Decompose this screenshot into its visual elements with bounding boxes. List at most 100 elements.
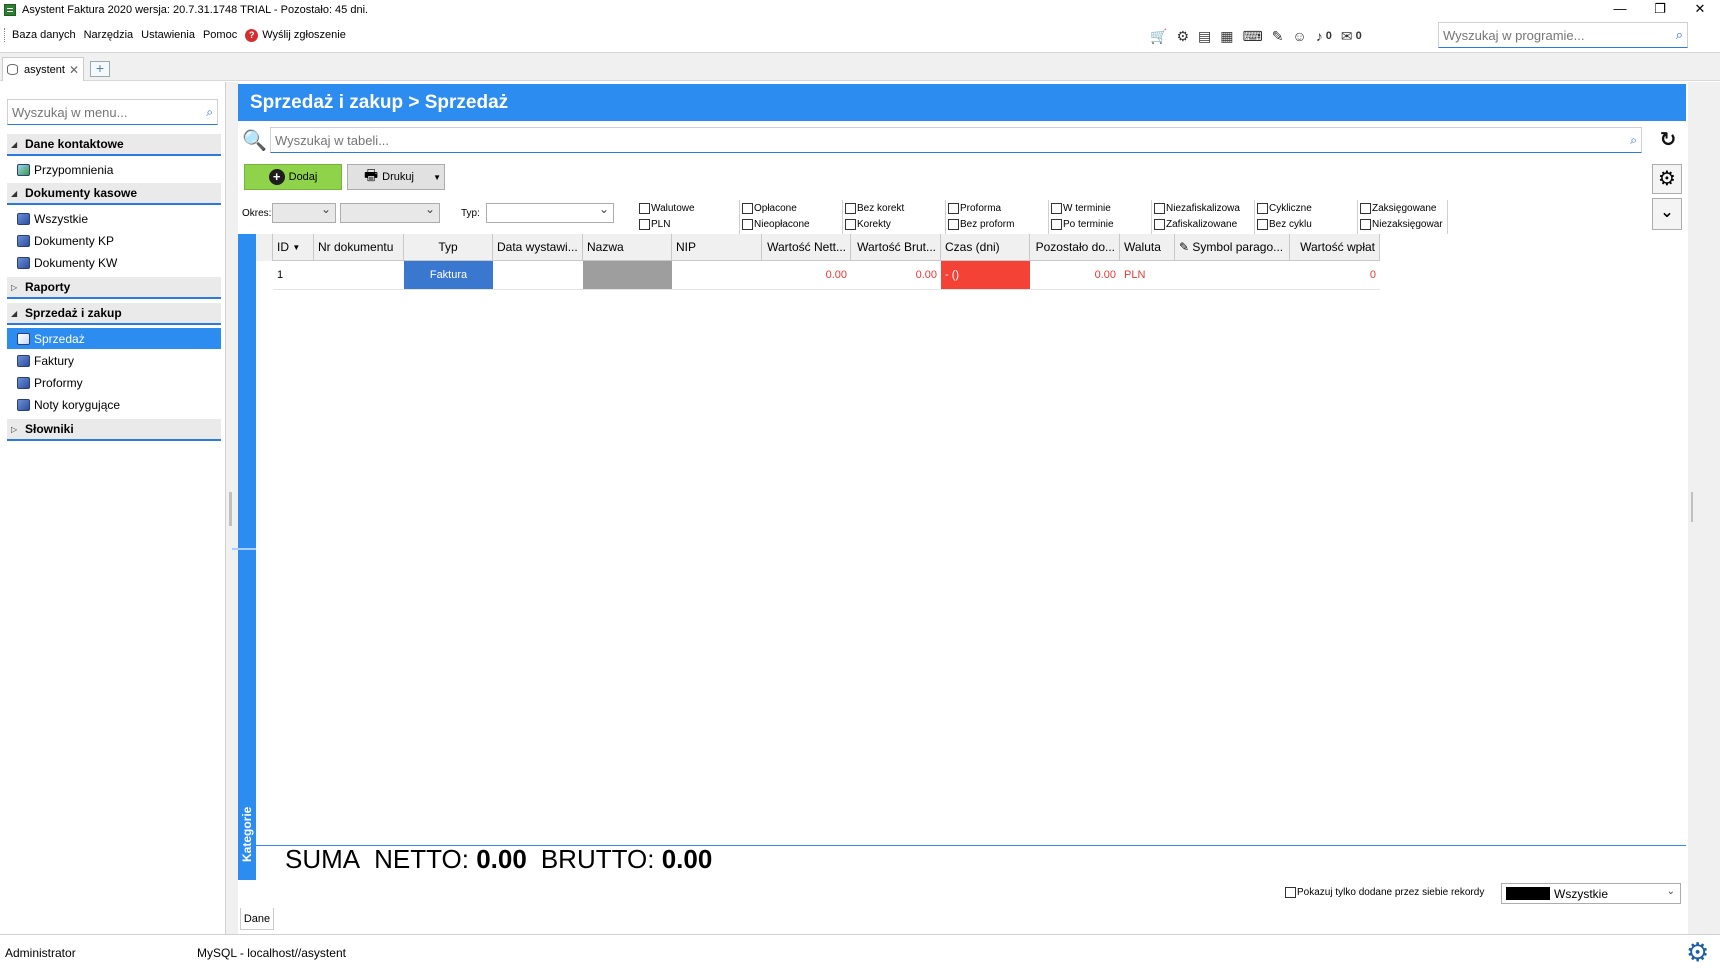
- checkbox-niezafiskalizowane[interactable]: Niezafiskalizowa: [1154, 200, 1254, 216]
- checkbox-box[interactable]: [639, 202, 650, 214]
- checkbox-box[interactable]: [1154, 218, 1165, 230]
- close-window-button[interactable]: ✕: [1680, 0, 1720, 20]
- search-icon[interactable]: ⌕: [1630, 133, 1637, 148]
- refresh-icon[interactable]: ↻: [1656, 129, 1680, 153]
- table-search-input[interactable]: [275, 132, 1631, 148]
- minimize-button[interactable]: —: [1600, 0, 1640, 20]
- table-settings-gear-icon[interactable]: ⚙: [1652, 164, 1682, 194]
- sidebar-item-sprzedaz[interactable]: Sprzedaż: [7, 328, 221, 349]
- sidebar-splitter[interactable]: [226, 82, 238, 934]
- checkbox-w-terminie[interactable]: W terminie: [1051, 200, 1151, 216]
- checkbox-zaksiegowane[interactable]: Zaksięgowane: [1360, 200, 1447, 216]
- search-icon[interactable]: ⌕: [206, 105, 213, 120]
- sidebar-item-proformy[interactable]: Proformy: [7, 372, 221, 393]
- expand-filters-chevron-icon[interactable]: ⌄: [1652, 198, 1682, 230]
- okres-combo-1[interactable]: [272, 202, 336, 223]
- column-header-nazwa[interactable]: Nazwa: [583, 234, 672, 261]
- tab-asystent[interactable]: asystent ✕: [2, 57, 84, 81]
- sidebar-item-dokumenty-kw[interactable]: Dokumenty KW: [7, 252, 221, 273]
- checkbox-box[interactable]: [1285, 887, 1296, 898]
- column-header-symbol-paragonu[interactable]: ✎ Symbol parago...: [1175, 234, 1290, 261]
- dropdown-arrow-icon[interactable]: ▼: [433, 173, 441, 182]
- checkbox-niezaksiegowane[interactable]: Niezaksięgowar: [1360, 216, 1447, 232]
- checkbox-bez-cyklu[interactable]: Bez cyklu: [1257, 216, 1357, 232]
- column-header-data-wystawienia[interactable]: Data wystawi...: [493, 234, 583, 261]
- edit-note-icon[interactable]: ✎: [1272, 28, 1284, 45]
- mail-icon[interactable]: ✉ 0: [1341, 28, 1362, 45]
- checkbox-box[interactable]: [1257, 202, 1268, 214]
- checkbox-cykliczne[interactable]: Cykliczne: [1257, 200, 1357, 216]
- checkbox-box[interactable]: [742, 202, 753, 214]
- checkbox-walutowe[interactable]: Walutowe: [639, 200, 739, 216]
- menu-wyslij-zgloszenie[interactable]: ? Wyślij zgłoszenie: [245, 28, 346, 42]
- sidebar-group-sprzedaz-i-zakup[interactable]: ◢ Sprzedaż i zakup: [7, 303, 221, 325]
- checkbox-oplacone[interactable]: Opłacone: [742, 200, 842, 216]
- sidebar-group-slowniki[interactable]: ▷ Słowniki: [7, 419, 221, 441]
- menu-search-input[interactable]: [12, 104, 207, 120]
- checkbox-bez-korekt[interactable]: Bez korekt: [845, 200, 945, 216]
- column-header-nr-dokumentu[interactable]: Nr dokumentu: [314, 234, 404, 261]
- checkbox-box[interactable]: [1154, 202, 1165, 214]
- checkbox-box[interactable]: [948, 202, 959, 214]
- document-icon[interactable]: ▤: [1198, 28, 1211, 45]
- checkbox-box[interactable]: [1051, 218, 1062, 230]
- keyboard-icon[interactable]: ⌨: [1242, 28, 1262, 45]
- add-button[interactable]: + Dodaj: [244, 164, 342, 190]
- chevron-down-icon[interactable]: ⌄: [1667, 886, 1675, 897]
- checkbox-box[interactable]: [639, 218, 650, 230]
- checkbox-box[interactable]: [1360, 202, 1371, 214]
- user-filter-select[interactable]: Wszystkie ⌄: [1501, 883, 1681, 904]
- sidebar-item-faktury[interactable]: Faktury: [7, 350, 221, 371]
- checkbox-zafiskalizowane[interactable]: Zafiskalizowane: [1154, 216, 1254, 232]
- okres-combo-2[interactable]: [340, 202, 440, 223]
- gear-icon[interactable]: ⚙: [1176, 28, 1189, 45]
- cart-icon[interactable]: 🛒: [1150, 28, 1167, 45]
- checkbox-box[interactable]: [1051, 202, 1062, 214]
- column-header-pozostalo[interactable]: Pozostało do...: [1030, 234, 1120, 261]
- sidebar-group-dokumenty-kasowe[interactable]: ◢ Dokumenty kasowe: [7, 183, 221, 205]
- column-header-wartosc-brutto[interactable]: Wartość Brut...: [851, 234, 941, 261]
- checkbox-box[interactable]: [948, 218, 959, 230]
- menu-baza-danych[interactable]: Baza danych: [12, 29, 76, 41]
- column-header-wartosc-netto[interactable]: Wartość Nett...: [762, 234, 851, 261]
- checkbox-box[interactable]: [845, 202, 856, 214]
- search-icon[interactable]: ⌕: [1676, 27, 1683, 43]
- table-search-box[interactable]: ⌕: [270, 127, 1642, 153]
- checkbox-proforma[interactable]: Proforma: [948, 200, 1048, 216]
- restore-button[interactable]: ❐: [1640, 0, 1680, 20]
- add-tab-button[interactable]: +: [90, 61, 110, 77]
- checkbox-box[interactable]: [1360, 218, 1371, 230]
- checkbox-korekty[interactable]: Korekty: [845, 216, 945, 232]
- sidebar-item-dokumenty-kp[interactable]: Dokumenty KP: [7, 230, 221, 251]
- settings-gear-icon[interactable]: ⚙: [1686, 937, 1709, 968]
- print-button[interactable]: 🖶 Drukuj ▼: [347, 164, 445, 190]
- menu-ustawienia[interactable]: Ustawienia: [141, 29, 195, 41]
- close-tab-icon[interactable]: ✕: [69, 63, 79, 77]
- right-splitter[interactable]: [1688, 82, 1720, 934]
- sidebar-item-noty-korygujace[interactable]: Noty korygujące: [7, 394, 221, 415]
- checkbox-box[interactable]: [742, 218, 753, 230]
- tab-dane[interactable]: Dane: [240, 908, 274, 930]
- checkbox-bez-proform[interactable]: Bez proform: [948, 216, 1048, 232]
- column-header-wartosc-wplat[interactable]: Wartość wpłat: [1290, 234, 1380, 261]
- checkbox-pln[interactable]: PLN: [639, 216, 739, 232]
- table-row[interactable]: 1 Faktura 0.00 0.00 - () 0.00 PLN 0: [256, 261, 1380, 290]
- menu-pomoc[interactable]: Pomoc: [203, 29, 237, 41]
- checkbox-box[interactable]: [845, 218, 856, 230]
- column-header-czas[interactable]: Czas (dni): [941, 234, 1030, 261]
- sidebar-group-raporty[interactable]: ▷ Raporty: [7, 277, 221, 299]
- sidebar-item-przypomnienia[interactable]: Przypomnienia: [7, 159, 221, 180]
- menu-narzedzia[interactable]: Narzędzia: [84, 29, 134, 41]
- global-search-input[interactable]: [1443, 27, 1676, 43]
- sidebar-group-dane-kontaktowe[interactable]: ◢ Dane kontaktowe: [7, 134, 221, 156]
- menu-search[interactable]: ⌕: [7, 99, 218, 125]
- global-search[interactable]: ⌕: [1438, 22, 1688, 48]
- checkbox-po-terminie[interactable]: Po terminie: [1051, 216, 1151, 232]
- user-icon[interactable]: ☺: [1292, 28, 1306, 44]
- column-header-waluta[interactable]: Waluta: [1120, 234, 1175, 261]
- checkbox-box[interactable]: [1257, 218, 1268, 230]
- bell-icon[interactable]: ♪ 0: [1316, 28, 1332, 44]
- kategorie-side-tab[interactable]: Kategorie: [232, 234, 262, 880]
- column-header-nip[interactable]: NIP: [672, 234, 762, 261]
- column-header-id[interactable]: ID ▼: [273, 234, 314, 261]
